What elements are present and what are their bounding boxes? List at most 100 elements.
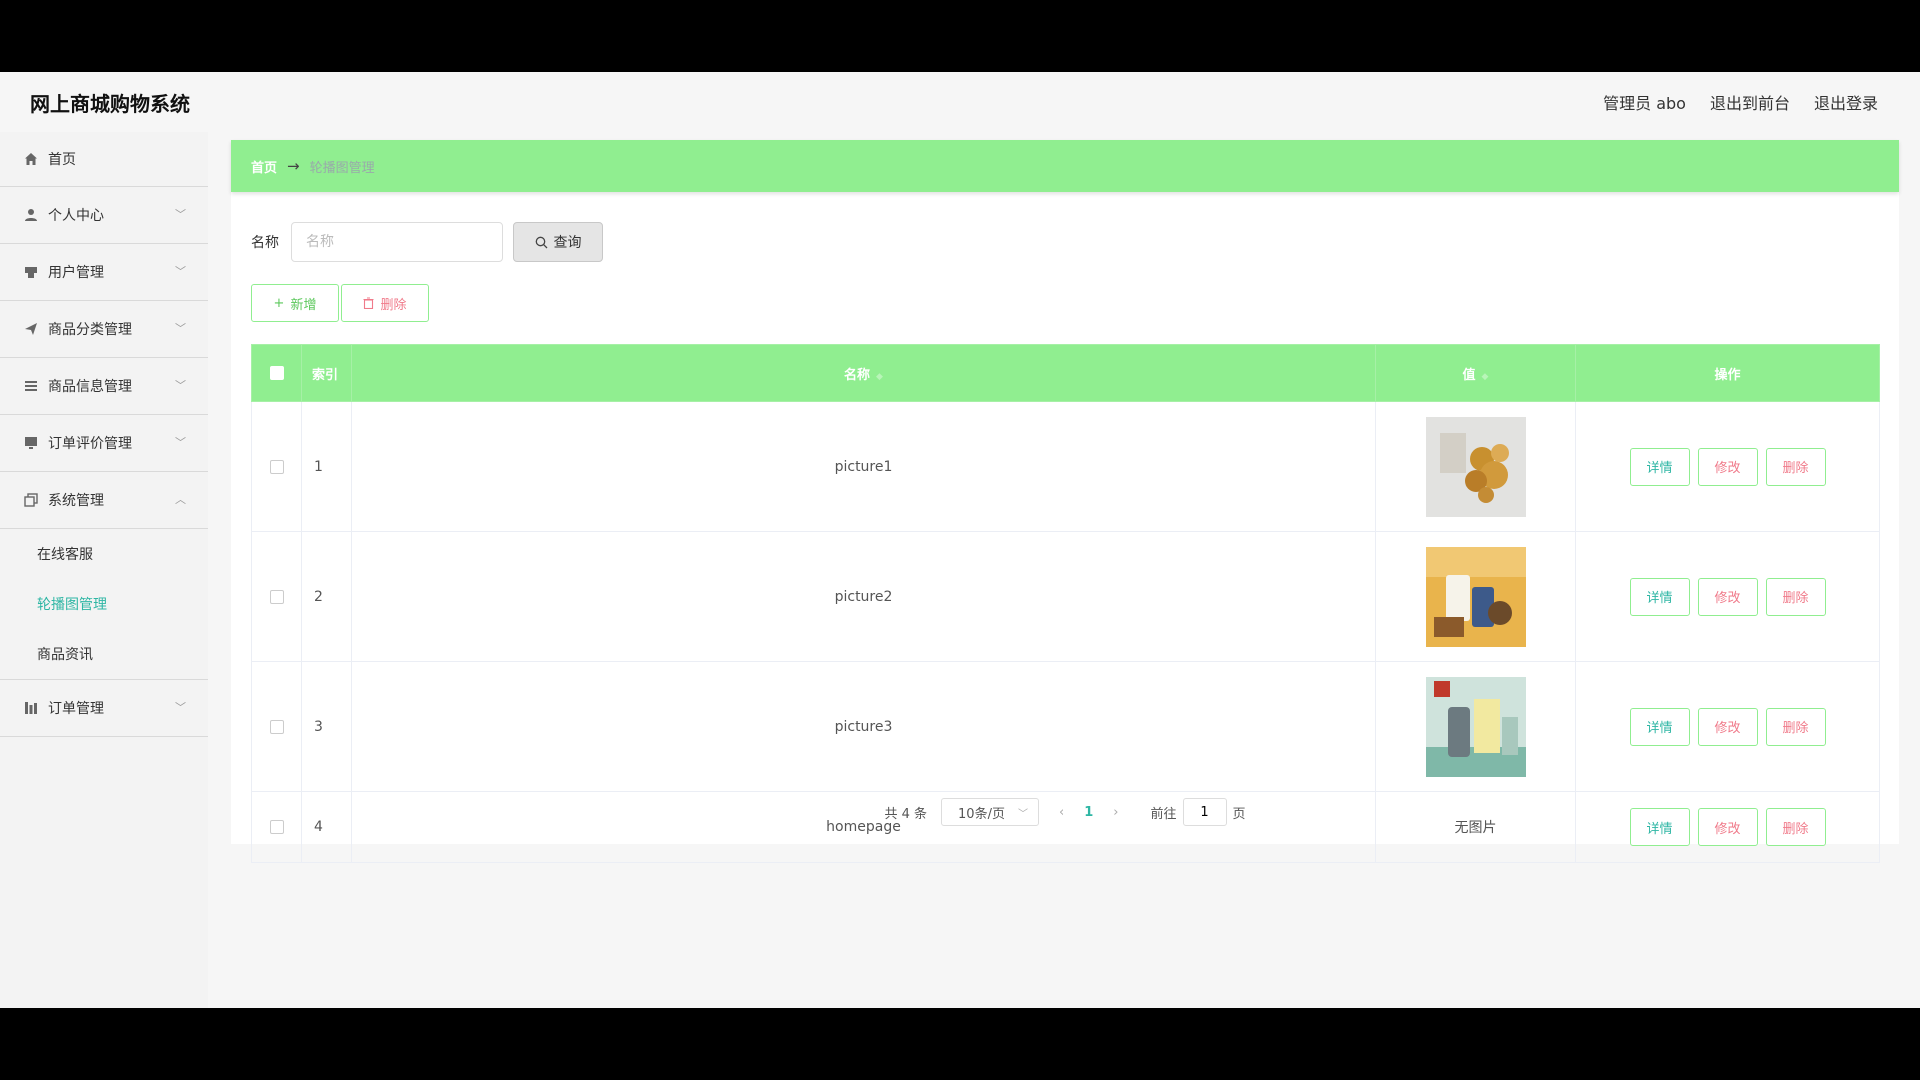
sidebar: 首页 个人中心 ﹀ 用户管理 ﹀ 商品分类管理 ﹀ 商品信息管理 ﹀ 订单评价管… bbox=[0, 132, 208, 1008]
trash-icon bbox=[363, 297, 374, 309]
page-number-current[interactable]: 1 bbox=[1084, 805, 1093, 820]
carousel-thumbnail-image[interactable] bbox=[1425, 546, 1526, 647]
sort-icon[interactable]: ◆ bbox=[1482, 372, 1489, 382]
chevron-down-icon: ﹀ bbox=[1018, 808, 1029, 820]
row-value bbox=[1375, 531, 1576, 662]
data-table: 索引 名称 ◆ 值 ◆ 操作 1 picture1 详情 修改 删除 2 pic… bbox=[251, 344, 1880, 863]
delete-button-label: 删除 bbox=[380, 297, 407, 313]
chart-icon bbox=[22, 701, 40, 715]
query-button-label: 查询 bbox=[553, 235, 582, 251]
row-ops: 详情 修改 删除 bbox=[1575, 531, 1880, 662]
goto-prefix: 前往 bbox=[1150, 806, 1177, 822]
top-links: 管理员 abo 退出到前台 退出登录 bbox=[1603, 90, 1878, 114]
delete-button[interactable]: 删除 bbox=[1765, 577, 1826, 616]
chevron-down-icon: ﹀ bbox=[175, 436, 186, 450]
search-input[interactable] bbox=[291, 222, 503, 262]
delete-button[interactable]: 删除 bbox=[1765, 707, 1826, 746]
goto-suffix: 页 bbox=[1232, 806, 1246, 822]
breadcrumb-arrow: → bbox=[287, 157, 300, 175]
table-row: 1 picture1 详情 修改 删除 bbox=[251, 401, 1880, 532]
goto-page-input[interactable] bbox=[1182, 798, 1227, 826]
header-index: 索引 bbox=[301, 344, 352, 402]
users-icon bbox=[22, 265, 40, 279]
row-checkbox[interactable] bbox=[269, 459, 284, 474]
row-select-cell bbox=[251, 401, 302, 532]
query-button[interactable]: 查询 bbox=[513, 222, 603, 262]
sidebar-item-label: 商品信息管理 bbox=[48, 379, 132, 395]
row-select-cell bbox=[251, 661, 302, 792]
row-index: 3 bbox=[301, 661, 352, 792]
chevron-down-icon: ﹀ bbox=[175, 208, 186, 222]
sidebar-subitem-news[interactable]: 商品资讯 bbox=[0, 629, 208, 679]
carousel-thumbnail-image[interactable] bbox=[1425, 416, 1526, 517]
chevron-down-icon: ﹀ bbox=[175, 265, 186, 279]
select-all-checkbox[interactable] bbox=[269, 366, 284, 380]
app-title: 网上商城购物系统 bbox=[30, 92, 190, 116]
prev-page-icon[interactable]: ‹ bbox=[1059, 805, 1064, 820]
detail-button[interactable]: 详情 bbox=[1629, 577, 1690, 616]
row-name: picture3 bbox=[351, 661, 1376, 792]
add-button-label: 新增 bbox=[290, 297, 317, 313]
row-checkbox[interactable] bbox=[269, 589, 284, 604]
sidebar-item-label: 系统管理 bbox=[48, 493, 104, 509]
pagination: 共 4 条 10条/页 ﹀ ‹ 1 › 前往 页 bbox=[231, 798, 1899, 826]
top-bar: 网上商城购物系统 管理员 abo 退出到前台 退出登录 bbox=[0, 72, 1920, 132]
logout-link[interactable]: 退出登录 bbox=[1814, 90, 1878, 114]
sidebar-item-review[interactable]: 订单评价管理 ﹀ bbox=[0, 415, 208, 472]
sort-icon[interactable]: ◆ bbox=[876, 372, 883, 382]
breadcrumb-home[interactable]: 首页 bbox=[251, 157, 277, 176]
row-checkbox[interactable] bbox=[269, 719, 284, 734]
detail-button[interactable]: 详情 bbox=[1629, 707, 1690, 746]
row-value bbox=[1375, 401, 1576, 532]
row-name: picture1 bbox=[351, 401, 1376, 532]
chevron-up-icon: ︿ bbox=[175, 493, 186, 507]
edit-button[interactable]: 修改 bbox=[1697, 447, 1758, 486]
header-value[interactable]: 值 ◆ bbox=[1375, 344, 1576, 402]
chevron-down-icon: ﹀ bbox=[175, 379, 186, 393]
table-row: 3 picture3 详情 修改 删除 bbox=[251, 661, 1880, 792]
sidebar-item-label: 首页 bbox=[48, 152, 76, 168]
main-panel: 首页 → 轮播图管理 名称 查询 + 新增 删除 bbox=[231, 140, 1899, 863]
table-header-row: 索引 名称 ◆ 值 ◆ 操作 bbox=[251, 344, 1880, 402]
sidebar-item-orders[interactable]: 订单管理 ﹀ bbox=[0, 680, 208, 737]
sidebar-item-home[interactable]: 首页 bbox=[0, 132, 208, 187]
header-ops: 操作 bbox=[1575, 344, 1880, 402]
exit-to-front-link[interactable]: 退出到前台 bbox=[1710, 90, 1790, 114]
breadcrumb: 首页 → 轮播图管理 bbox=[231, 140, 1899, 192]
edit-button[interactable]: 修改 bbox=[1697, 707, 1758, 746]
edit-button[interactable]: 修改 bbox=[1697, 577, 1758, 616]
list-icon bbox=[22, 379, 40, 393]
sidebar-item-category[interactable]: 商品分类管理 ﹀ bbox=[0, 301, 208, 358]
action-row: + 新增 删除 bbox=[251, 284, 429, 322]
sidebar-item-system[interactable]: 系统管理 ︿ bbox=[0, 472, 208, 529]
monitor-icon bbox=[22, 436, 40, 450]
detail-button[interactable]: 详情 bbox=[1629, 447, 1690, 486]
sidebar-item-label: 订单管理 bbox=[48, 701, 104, 717]
pagination-total: 共 4 条 bbox=[884, 806, 928, 822]
sidebar-item-goods[interactable]: 商品信息管理 ﹀ bbox=[0, 358, 208, 415]
user-icon bbox=[22, 208, 40, 222]
admin-label[interactable]: 管理员 abo bbox=[1603, 90, 1686, 114]
system-submenu: 在线客服 轮播图管理 商品资讯 bbox=[0, 529, 208, 680]
copy-icon bbox=[22, 493, 40, 507]
row-name: picture2 bbox=[351, 531, 1376, 662]
table-row: 2 picture2 详情 修改 删除 bbox=[251, 531, 1880, 662]
page-size-value: 10条/页 bbox=[958, 806, 1005, 822]
sidebar-item-users[interactable]: 用户管理 ﹀ bbox=[0, 244, 208, 301]
next-page-icon[interactable]: › bbox=[1113, 805, 1118, 820]
page-size-select[interactable]: 10条/页 ﹀ bbox=[941, 798, 1040, 826]
carousel-thumbnail-image[interactable] bbox=[1425, 676, 1526, 777]
sidebar-item-personal[interactable]: 个人中心 ﹀ bbox=[0, 187, 208, 244]
add-button[interactable]: + 新增 bbox=[251, 284, 339, 322]
sidebar-subitem-customer-service[interactable]: 在线客服 bbox=[0, 529, 208, 579]
sidebar-subitem-carousel[interactable]: 轮播图管理 bbox=[0, 579, 208, 629]
batch-delete-button[interactable]: 删除 bbox=[341, 284, 429, 322]
row-index: 2 bbox=[301, 531, 352, 662]
chevron-down-icon: ﹀ bbox=[175, 322, 186, 336]
delete-button[interactable]: 删除 bbox=[1765, 447, 1826, 486]
header-name[interactable]: 名称 ◆ bbox=[351, 344, 1376, 402]
select-all-cell bbox=[251, 344, 302, 402]
header-value-label: 值 bbox=[1462, 367, 1476, 383]
breadcrumb-current: 轮播图管理 bbox=[309, 160, 375, 176]
chevron-down-icon: ﹀ bbox=[175, 701, 186, 715]
